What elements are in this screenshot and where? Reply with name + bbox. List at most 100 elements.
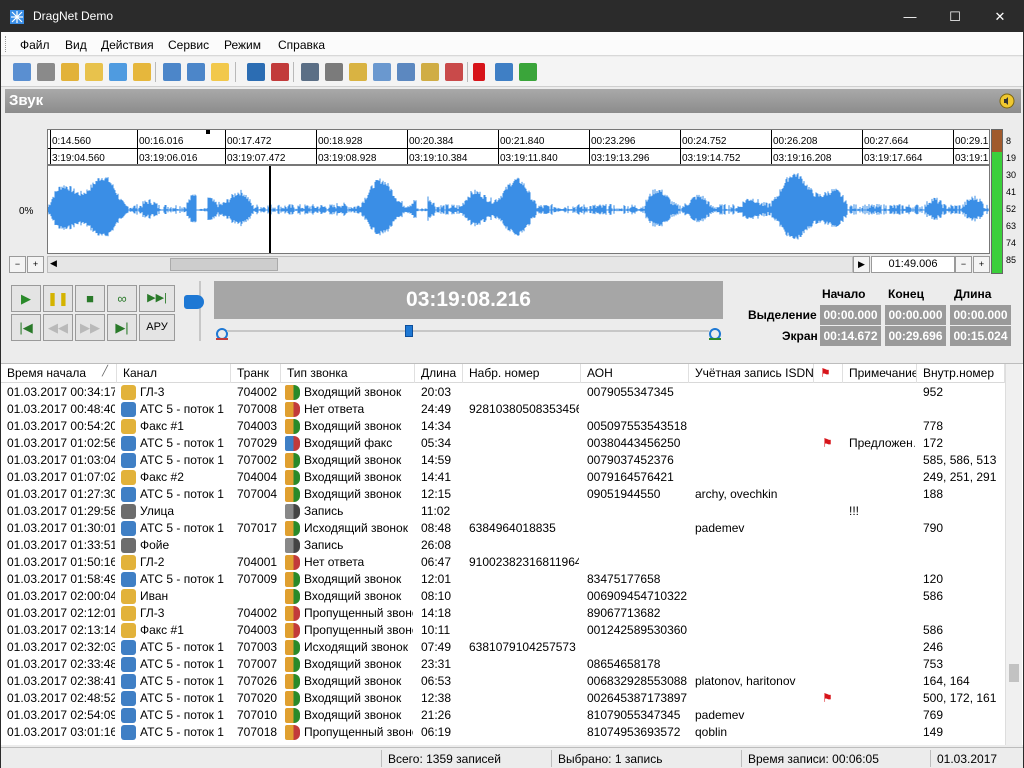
table-row[interactable]: 01.03.2017 02:00:04 Иван Входящий звонок 08… (1, 588, 1005, 605)
notes-icon[interactable] (495, 63, 513, 81)
zoom-in-icon[interactable]: + (27, 256, 44, 273)
cell-note (849, 571, 915, 588)
speed-up-icon[interactable] (707, 325, 723, 341)
table-row[interactable]: 01.03.2017 01:50:16 ГЛ-2 704001 Нет ответа 0… (1, 554, 1005, 571)
table-row[interactable]: 01.03.2017 01:07:02 Факс #2 704004 Входящий… (1, 469, 1005, 486)
stop-button[interactable]: ■ (75, 285, 105, 312)
table-row[interactable]: 01.03.2017 01:27:30 АТС 5 - поток 1 707004… (1, 486, 1005, 503)
report-icon[interactable] (133, 63, 151, 81)
cell-length: 07:49 (421, 640, 452, 654)
phone-line-icon (121, 555, 136, 570)
agc-button[interactable]: АРУ (139, 314, 175, 341)
edit-icon[interactable] (445, 63, 463, 81)
user-key-icon[interactable] (349, 63, 367, 81)
headphones-icon[interactable] (247, 63, 265, 81)
save-icon[interactable] (397, 63, 415, 81)
table-row[interactable]: 01.03.2017 02:38:41 АТС 5 - поток 1 707026… (1, 673, 1005, 690)
zoom-out-2-icon[interactable]: − (955, 256, 972, 273)
help-icon[interactable] (211, 63, 229, 81)
table-row[interactable]: 01.03.2017 02:13:14 Факс #1 704003 Пропущен… (1, 622, 1005, 639)
copy-icon[interactable] (109, 63, 127, 81)
col-note[interactable]: Примечание (843, 364, 917, 383)
fax-icon[interactable] (325, 63, 343, 81)
table-row[interactable]: 01.03.2017 02:32:03 АТС 5 - поток 1 707003… (1, 639, 1005, 656)
col-caller-id[interactable]: АОН (581, 364, 689, 383)
flag-icon[interactable] (473, 63, 485, 81)
menu-file[interactable]: Файл (20, 38, 50, 52)
print-icon[interactable] (37, 63, 55, 81)
export-icon[interactable] (61, 63, 79, 81)
go-start-button[interactable]: |◀ (11, 314, 41, 341)
vertical-scroll-thumb[interactable] (1009, 664, 1019, 682)
pause-button[interactable]: ❚❚ (43, 285, 73, 312)
table-row[interactable]: 01.03.2017 02:12:01 ГЛ-3 704002 Пропущенный… (1, 605, 1005, 622)
cell-call-type: Входящий звонок (304, 674, 402, 688)
refresh-icon[interactable] (519, 63, 537, 81)
menu-view[interactable]: Вид (65, 38, 87, 52)
horizontal-scrollbar[interactable]: ◀ (47, 256, 853, 273)
open-icon[interactable] (13, 63, 31, 81)
go-end-button[interactable]: ▶| (107, 314, 137, 341)
minimize-button[interactable]: — (887, 1, 933, 32)
scroll-thumb[interactable] (170, 258, 278, 271)
scroll-right-icon[interactable]: ▶ (853, 256, 870, 273)
no-answer-icon (285, 555, 300, 570)
cell-call-type: Входящий звонок (304, 657, 402, 671)
table-row[interactable]: 01.03.2017 01:03:04 АТС 5 - поток 1 707002… (1, 452, 1005, 469)
loop-button[interactable]: ∞ (107, 285, 137, 312)
table-row[interactable]: 01.03.2017 00:54:20 Факс #1 704003 Входящий… (1, 418, 1005, 435)
time-ruler[interactable]: 0:14.560 3:19:04.560 00:16.016 03:19:06.016… (47, 129, 990, 165)
zoom-out-icon[interactable]: − (9, 256, 26, 273)
table-row[interactable]: 01.03.2017 02:48:52 АТС 5 - поток 1 707020… (1, 690, 1005, 707)
col-trunk[interactable]: Транк (231, 364, 281, 383)
menu-actions[interactable]: Действия (101, 38, 154, 52)
cell-extension (923, 554, 1003, 571)
vertical-scrollbar[interactable] (1005, 364, 1022, 745)
play-to-end-button[interactable]: ▶▶| (139, 285, 175, 312)
speaker-icon[interactable] (999, 93, 1015, 109)
menu-service[interactable]: Сервис (168, 38, 209, 52)
volume-slider-knob[interactable] (184, 295, 204, 309)
table-row[interactable]: 01.03.2017 00:34:17 ГЛ-3 704002 Входящий зв… (1, 384, 1005, 401)
speed-slider-track[interactable] (227, 330, 709, 332)
speed-slider-knob[interactable] (405, 325, 413, 337)
volume-slider-track[interactable] (199, 281, 201, 341)
waveform-view[interactable] (47, 165, 990, 254)
calendar-icon[interactable] (163, 63, 181, 81)
archive-icon[interactable] (85, 63, 103, 81)
table-row[interactable]: 01.03.2017 01:30:01 АТС 5 - поток 1 707017… (1, 520, 1005, 537)
table-row[interactable]: 01.03.2017 01:02:56 АТС 5 - поток 1 707029… (1, 435, 1005, 452)
copy-files-icon[interactable] (373, 63, 391, 81)
speed-down-icon[interactable] (214, 325, 230, 341)
grid-icon[interactable] (187, 63, 205, 81)
col-length[interactable]: Длина (415, 364, 463, 383)
cell-channel: АТС 5 - поток 1 (140, 521, 224, 535)
table-row[interactable]: 01.03.2017 00:48:40 АТС 5 - поток 1 707008… (1, 401, 1005, 418)
table-row[interactable]: 01.03.2017 01:33:51 Фойе Запись 26:08 (1, 537, 1005, 554)
col-flag[interactable]: ⚑ (814, 364, 843, 383)
menu-mode[interactable]: Режим (224, 38, 261, 52)
col-isdn-account[interactable]: Учётная запись ISDN (689, 364, 814, 383)
rewind-button[interactable]: ◀◀ (43, 314, 73, 341)
headphones-off-icon[interactable] (271, 63, 289, 81)
zoom-in-2-icon[interactable]: + (973, 256, 990, 273)
scroll-time-display: 01:49.006 (871, 256, 955, 273)
new-note-icon[interactable] (421, 63, 439, 81)
col-start-time[interactable]: Время начала (1, 364, 117, 383)
table-row[interactable]: 01.03.2017 02:33:48 АТС 5 - поток 1 707007… (1, 656, 1005, 673)
table-row[interactable]: 01.03.2017 03:01:16 АТС 5 - поток 1 707018… (1, 724, 1005, 741)
col-dialed[interactable]: Набр. номер (463, 364, 581, 383)
table-row[interactable]: 01.03.2017 01:29:58 Улица Запись 11:02!!! (1, 503, 1005, 520)
table-row[interactable]: 01.03.2017 02:54:09 АТС 5 - поток 1 707010… (1, 707, 1005, 724)
col-channel[interactable]: Канал (117, 364, 231, 383)
col-call-type[interactable]: Тип звонка (281, 364, 415, 383)
col-extension[interactable]: Внутр.номер (917, 364, 1005, 383)
forward-button[interactable]: ▶▶ (75, 314, 105, 341)
close-button[interactable]: ✕ (977, 1, 1023, 32)
table-row[interactable]: 01.03.2017 01:58:49 АТС 5 - поток 1 707009… (1, 571, 1005, 588)
maximize-button[interactable]: ☐ (932, 1, 978, 32)
menu-help[interactable]: Справка (278, 38, 325, 52)
phone-icon[interactable] (301, 63, 319, 81)
ruler-label-top: 00:23.296 (591, 136, 636, 147)
play-button[interactable]: ▶ (11, 285, 41, 312)
